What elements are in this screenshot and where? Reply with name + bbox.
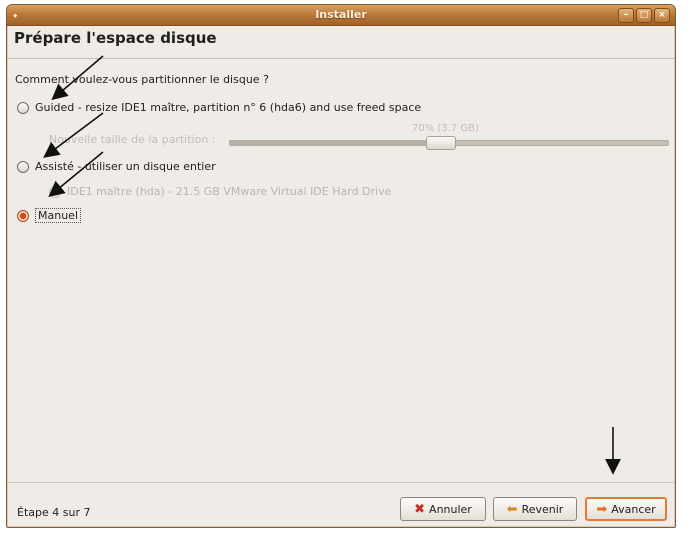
- footer-divider: [7, 482, 675, 483]
- partition-size-label: Nouvelle taille de la partition :: [49, 133, 216, 146]
- header-divider: [7, 58, 675, 59]
- close-icon[interactable]: ×: [654, 8, 670, 23]
- partition-size-slider[interactable]: [229, 136, 669, 150]
- disk-selection-radio: [49, 185, 61, 198]
- guided-resize-option[interactable]: Guided - resize IDE1 maître, partition n…: [17, 101, 421, 114]
- partition-size-slider-thumb[interactable]: [426, 136, 457, 150]
- back-button[interactable]: ⬅ Revenir: [493, 497, 577, 521]
- assisted-whole-disk-label: Assisté - utiliser un disque entier: [35, 160, 216, 173]
- back-button-label: Revenir: [521, 502, 564, 516]
- partition-size-slider-fill: [230, 141, 441, 145]
- left-arrow-icon: ⬅: [506, 501, 518, 517]
- cancel-button-label: Annuler: [429, 502, 472, 516]
- assisted-whole-disk-radio[interactable]: [17, 160, 29, 173]
- installer-window: ⬩ Installer – □ × Prépare l'espace disqu…: [6, 4, 676, 528]
- maximize-icon[interactable]: □: [636, 8, 652, 23]
- disk-selection-label: IDE1 maître (hda) - 21.5 GB VMware Virtu…: [67, 185, 392, 198]
- window-title: Installer: [315, 8, 367, 21]
- partition-size-value: 70% (3.7 GB): [412, 123, 479, 134]
- disk-selection-option: IDE1 maître (hda) - 21.5 GB VMware Virtu…: [49, 185, 391, 198]
- step-indicator: Étape 4 sur 7: [17, 506, 91, 519]
- next-button-label: Avancer: [611, 502, 656, 516]
- titlebar[interactable]: ⬩ Installer – □ ×: [7, 5, 675, 26]
- window-controls: – □ ×: [618, 8, 670, 23]
- minimize-icon[interactable]: –: [618, 8, 634, 23]
- partition-question: Comment voulez-vous partitionner le disq…: [15, 73, 269, 86]
- manual-option[interactable]: Manuel: [17, 208, 81, 223]
- guided-resize-label: Guided - resize IDE1 maître, partition n…: [35, 101, 422, 114]
- page-title: Prépare l'espace disque: [14, 29, 217, 47]
- cancel-button[interactable]: ✖ Annuler: [400, 497, 486, 521]
- next-button[interactable]: ➡ Avancer: [585, 497, 667, 521]
- right-arrow-icon: ➡: [596, 501, 608, 517]
- assisted-whole-disk-option[interactable]: Assisté - utiliser un disque entier: [17, 160, 216, 173]
- guided-resize-radio[interactable]: [17, 101, 29, 114]
- cancel-icon: ✖: [414, 501, 426, 517]
- manual-radio[interactable]: [17, 209, 29, 222]
- manual-label: Manuel: [35, 208, 81, 223]
